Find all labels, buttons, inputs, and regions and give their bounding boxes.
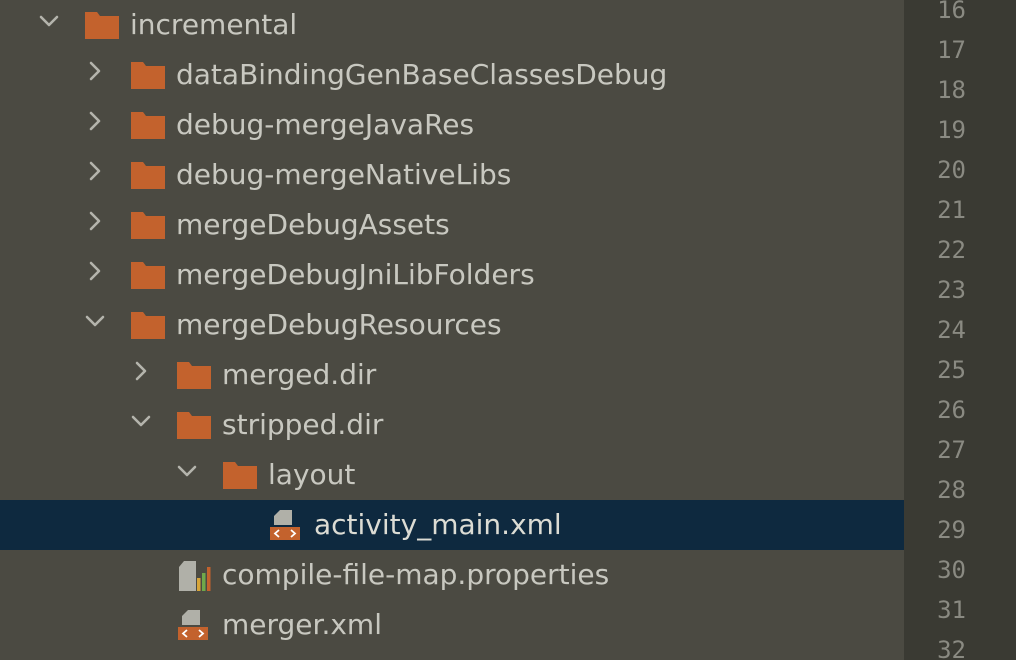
chevron-down-icon[interactable] bbox=[83, 309, 107, 333]
line-number: 20 bbox=[937, 156, 966, 184]
tree-node-label: activity_main.xml bbox=[314, 508, 562, 541]
chevron-right-icon[interactable] bbox=[83, 159, 107, 183]
line-number: 31 bbox=[937, 596, 966, 624]
folder-icon bbox=[176, 410, 212, 440]
tree-node-label: mergeDebugJniLibFolders bbox=[176, 258, 535, 291]
line-number: 22 bbox=[937, 236, 966, 264]
xml-file-icon bbox=[176, 608, 212, 640]
tree-node-label: merged.dir bbox=[222, 358, 377, 391]
line-number: 32 bbox=[937, 636, 966, 660]
folder-icon bbox=[130, 60, 166, 90]
tree-node-label: compile-file-map.properties bbox=[222, 558, 610, 591]
tree-node-merger-xml[interactable]: merger.xml bbox=[0, 600, 904, 650]
tree-node-label: merger.xml bbox=[222, 608, 382, 641]
line-number: 27 bbox=[937, 436, 966, 464]
tree-node-mergeDebugJniLibFolders[interactable]: mergeDebugJniLibFolders bbox=[0, 250, 904, 300]
line-number: 17 bbox=[937, 36, 966, 64]
folder-icon bbox=[130, 160, 166, 190]
chevron-right-icon[interactable] bbox=[83, 59, 107, 83]
folder-icon bbox=[176, 360, 212, 390]
editor-line-gutter: 16 17 18 19 20 21 22 23 24 25 26 27 28 29 30 31 32 bbox=[904, 0, 1016, 660]
folder-icon bbox=[130, 110, 166, 140]
tree-node-label: layout bbox=[268, 458, 356, 491]
line-number: 19 bbox=[937, 116, 966, 144]
line-number: 30 bbox=[937, 556, 966, 584]
chevron-down-icon[interactable] bbox=[37, 9, 61, 33]
tree-node-dataBindingGenBaseClassesDebug[interactable]: dataBindingGenBaseClassesDebug bbox=[0, 50, 904, 100]
line-number: 25 bbox=[937, 356, 966, 384]
tree-node-label: stripped.dir bbox=[222, 408, 384, 441]
tree-node-debug-mergeJavaRes[interactable]: debug-mergeJavaRes bbox=[0, 100, 904, 150]
line-number: 23 bbox=[937, 276, 966, 304]
folder-icon bbox=[130, 310, 166, 340]
tree-node-label: debug-mergeJavaRes bbox=[176, 108, 475, 141]
xml-file-icon bbox=[268, 508, 304, 540]
folder-icon bbox=[130, 210, 166, 240]
tree-node-mergeDebugResources[interactable]: mergeDebugResources bbox=[0, 300, 904, 350]
chevron-right-icon[interactable] bbox=[129, 359, 153, 383]
project-tool-window: incremental dataBindingGenBaseClassesDebu… bbox=[0, 0, 1016, 660]
line-number: 29 bbox=[937, 516, 966, 544]
chevron-right-icon[interactable] bbox=[83, 209, 107, 233]
tree-node-label: incremental bbox=[130, 8, 298, 41]
line-number: 24 bbox=[937, 316, 966, 344]
tree-node-label: mergeDebugResources bbox=[176, 308, 502, 341]
tree-node-incremental[interactable]: incremental bbox=[0, 0, 904, 50]
tree-node-label: mergeDebugAssets bbox=[176, 208, 450, 241]
chevron-down-icon[interactable] bbox=[175, 459, 199, 483]
line-number: 26 bbox=[937, 396, 966, 424]
chevron-down-icon[interactable] bbox=[129, 409, 153, 433]
folder-icon bbox=[222, 460, 258, 490]
project-tree: incremental dataBindingGenBaseClassesDebu… bbox=[0, 0, 904, 660]
tree-node-merged-dir[interactable]: merged.dir bbox=[0, 350, 904, 400]
tree-node-label: dataBindingGenBaseClassesDebug bbox=[176, 58, 668, 91]
tree-node-label: debug-mergeNativeLibs bbox=[176, 158, 512, 191]
chevron-right-icon[interactable] bbox=[83, 109, 107, 133]
properties-file-icon bbox=[176, 558, 212, 591]
tree-node-compile-file-map-properties[interactable]: compile-file-map.properties bbox=[0, 550, 904, 600]
tree-node-stripped-dir[interactable]: stripped.dir bbox=[0, 400, 904, 450]
line-number: 28 bbox=[937, 476, 966, 504]
folder-icon bbox=[130, 260, 166, 290]
tree-node-activity-main-xml[interactable]: activity_main.xml bbox=[0, 500, 904, 550]
tree-node-debug-mergeNativeLibs[interactable]: debug-mergeNativeLibs bbox=[0, 150, 904, 200]
line-number: 16 bbox=[937, 0, 966, 24]
line-number: 18 bbox=[937, 76, 966, 104]
tree-node-layout[interactable]: layout bbox=[0, 450, 904, 500]
chevron-right-icon[interactable] bbox=[83, 259, 107, 283]
tree-node-mergeDebugAssets[interactable]: mergeDebugAssets bbox=[0, 200, 904, 250]
folder-icon bbox=[84, 10, 120, 40]
line-number: 21 bbox=[937, 196, 966, 224]
